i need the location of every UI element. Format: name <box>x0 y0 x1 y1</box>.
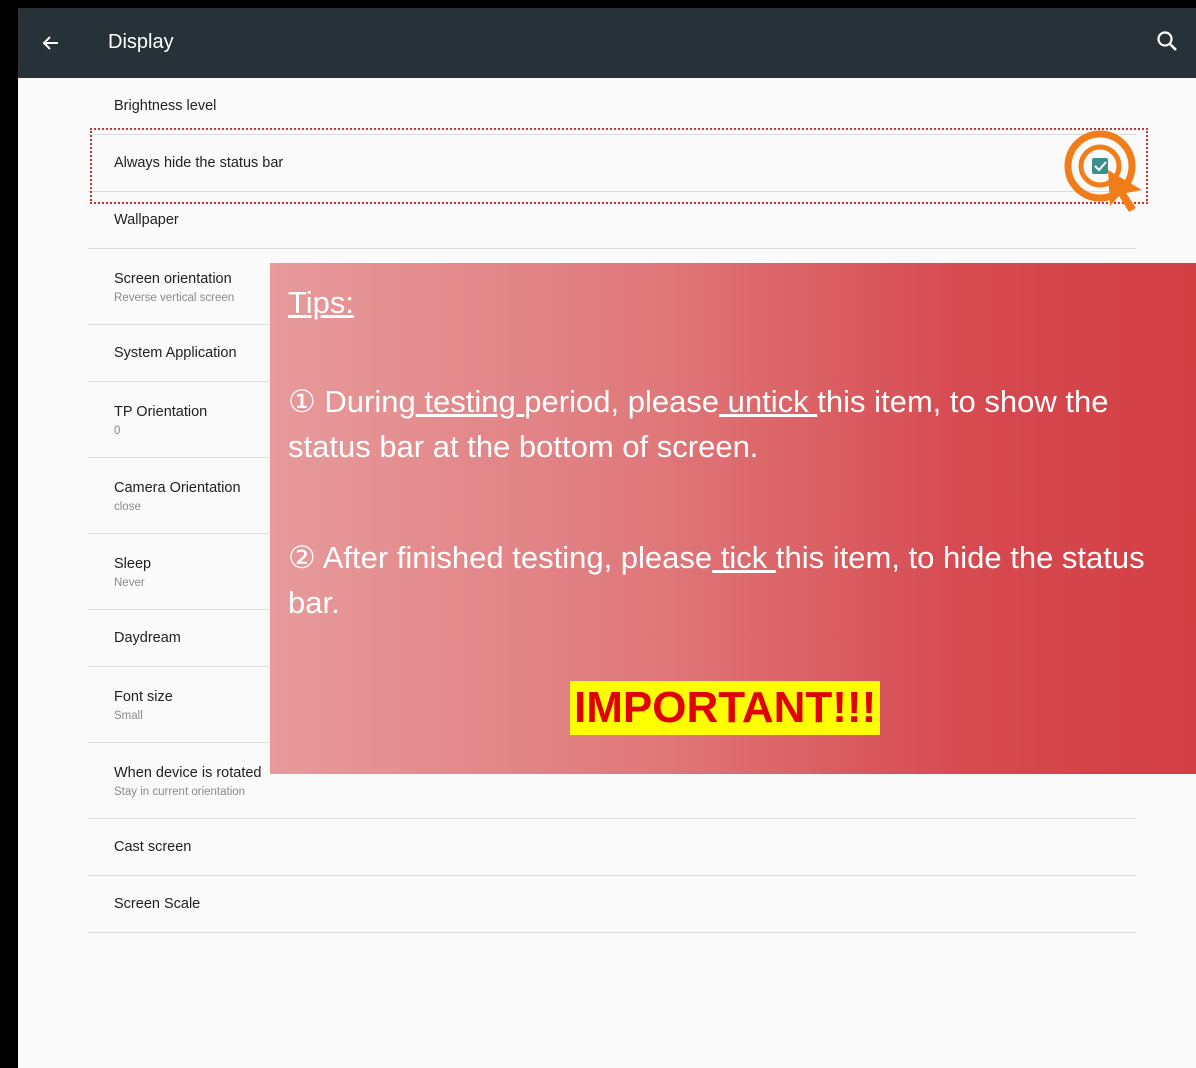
tips-callout: Tips: ① During testing period, please un… <box>270 263 1196 774</box>
setting-title: Cast screen <box>114 839 192 855</box>
important-label: IMPORTANT!!! <box>570 681 881 735</box>
setting-title: Wallpaper <box>114 212 179 228</box>
setting-always-hide-status-bar[interactable]: Always hide the status bar <box>88 135 1136 192</box>
setting-title: Screen Scale <box>114 896 201 912</box>
setting-cast-screen[interactable]: Cast screen <box>88 819 1136 876</box>
search-icon[interactable] <box>1154 28 1182 56</box>
tips-title: Tips: <box>288 285 355 320</box>
setting-title: Sleep <box>114 556 152 572</box>
tip-text: ② After finished testing, please <box>288 540 713 575</box>
setting-title: System Application <box>114 345 237 361</box>
setting-subtitle: Reverse vertical screen <box>114 292 235 304</box>
tip-underline: untick <box>719 384 818 419</box>
setting-title: When device is rotated <box>114 765 262 781</box>
setting-subtitle: Never <box>114 577 145 589</box>
tip-text: period, please <box>524 384 720 419</box>
setting-subtitle: Stay in current orientation <box>114 786 246 798</box>
tip-2: ② After finished testing, please tick th… <box>288 535 1188 625</box>
setting-subtitle: close <box>114 501 141 513</box>
arrow-left-icon[interactable] <box>38 30 64 56</box>
setting-title: Screen orientation <box>114 271 232 287</box>
tip-underline: tick <box>712 540 776 575</box>
tip-underline: testing <box>415 384 525 419</box>
setting-screen-scale[interactable]: Screen Scale <box>88 876 1136 933</box>
page-title: Display <box>108 31 174 53</box>
setting-title: Brightness level <box>114 98 217 114</box>
display-settings-screen: Display Brightness level Always hide the… <box>18 8 1196 1068</box>
setting-wallpaper[interactable]: Wallpaper <box>88 192 1136 249</box>
setting-brightness-level[interactable]: Brightness level <box>88 78 1136 135</box>
status-bar-checkbox[interactable] <box>1052 124 1148 214</box>
tip-1: ① During testing period, please untick t… <box>288 379 1188 469</box>
setting-subtitle: 0 <box>114 425 121 437</box>
setting-title: TP Orientation <box>114 404 208 420</box>
setting-title: Camera Orientation <box>114 480 241 496</box>
tip-text: ① During <box>288 384 416 419</box>
setting-title: Always hide the status bar <box>114 155 284 171</box>
setting-title: Font size <box>114 689 173 705</box>
app-bar: Display <box>18 8 1196 78</box>
setting-title: Daydream <box>114 630 181 646</box>
target-cursor-icon <box>1064 130 1142 212</box>
setting-subtitle: Small <box>114 710 143 722</box>
